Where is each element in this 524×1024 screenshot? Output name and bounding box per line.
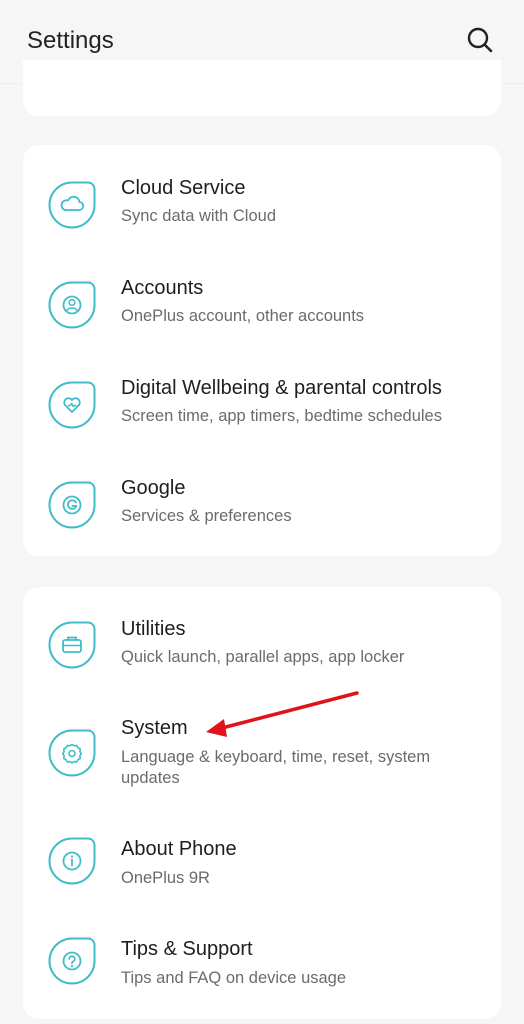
- setting-title: System: [121, 717, 188, 739]
- wellbeing-heart-icon: [48, 381, 96, 429]
- info-icon: [48, 837, 96, 885]
- help-icon: [48, 937, 96, 985]
- setting-utilities[interactable]: Utilities Quick launch, parallel apps, a…: [23, 599, 501, 699]
- setting-title: Tips & Support: [121, 938, 253, 960]
- setting-subtitle: Sync data with Cloud: [121, 207, 277, 225]
- setting-title: About Phone: [121, 838, 237, 860]
- account-icon: [48, 281, 96, 329]
- setting-title: Cloud Service: [121, 177, 246, 199]
- setting-subtitle: Services & preferences: [121, 507, 292, 525]
- settings-group-partial: [23, 60, 501, 116]
- setting-title: Google: [121, 477, 186, 499]
- setting-system[interactable]: System Language & keyboard, time, reset,…: [23, 699, 501, 811]
- settings-group-accounts: Cloud Service Sync data with Cloud Accou…: [23, 145, 501, 556]
- setting-google[interactable]: Google Services & preferences: [23, 457, 501, 556]
- setting-subtitle: Language & keyboard, time, reset, system…: [121, 748, 431, 787]
- setting-tips-support[interactable]: Tips & Support Tips and FAQ on device us…: [23, 911, 501, 1019]
- setting-subtitle: OnePlus account, other accounts: [121, 307, 365, 325]
- gear-icon: [48, 729, 96, 777]
- toolbox-icon: [48, 621, 96, 669]
- setting-subtitle: Quick launch, parallel apps, app locker: [121, 648, 405, 666]
- setting-about-phone[interactable]: About Phone OnePlus 9R: [23, 811, 501, 911]
- settings-group-system: Utilities Quick launch, parallel apps, a…: [23, 587, 501, 1019]
- setting-title: Utilities: [121, 618, 186, 640]
- search-icon: [467, 27, 493, 53]
- setting-title: Digital Wellbeing & parental controls: [121, 377, 442, 399]
- cloud-icon: [48, 181, 96, 229]
- setting-subtitle: OnePlus 9R: [121, 869, 210, 887]
- setting-subtitle: Tips and FAQ on device usage: [121, 969, 347, 987]
- search-button[interactable]: [462, 22, 498, 58]
- setting-cloud-service[interactable]: Cloud Service Sync data with Cloud: [23, 157, 501, 257]
- setting-title: Accounts: [121, 277, 204, 299]
- setting-subtitle: Screen time, app timers, bedtime schedul…: [121, 407, 442, 425]
- setting-accounts[interactable]: Accounts OnePlus account, other accounts: [23, 257, 501, 357]
- google-icon: [48, 481, 96, 529]
- setting-digital-wellbeing[interactable]: Digital Wellbeing & parental controls Sc…: [23, 357, 501, 457]
- page-title: Settings: [27, 27, 114, 54]
- settings-screen: Settings Cloud Service Sync data with Cl…: [0, 0, 524, 1024]
